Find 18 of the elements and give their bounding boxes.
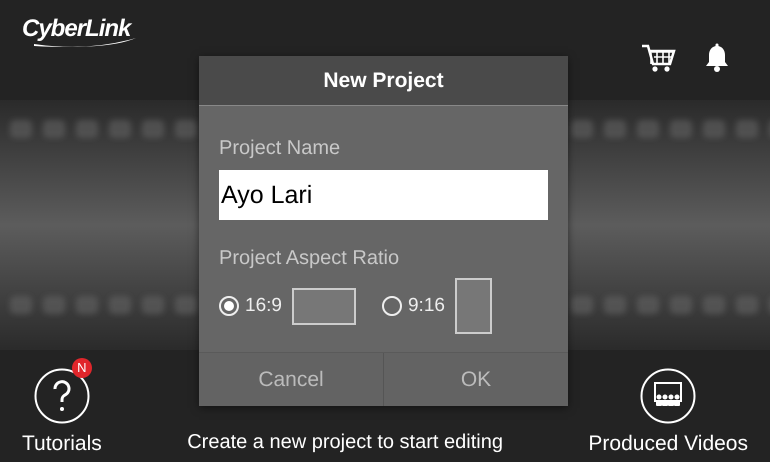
ratio-label: 16:9 (245, 295, 282, 317)
input-field[interactable]: Ayo Lari (219, 170, 548, 220)
hint-text: Create a new project to start editing (187, 431, 503, 455)
radio-button[interactable] (219, 296, 239, 316)
field-label: Project Aspect Ratio (219, 246, 400, 270)
frame-preview (292, 288, 356, 324)
cart-icon[interactable] (640, 42, 676, 74)
notification-badge: N (72, 358, 92, 378)
item-label[interactable]: Produced Videos (588, 432, 748, 456)
ratio-label: 9:16 (408, 295, 445, 317)
field-label: Project Name (219, 136, 342, 160)
radio-button[interactable] (382, 296, 402, 316)
frame-preview (454, 278, 492, 334)
audience-icon[interactable] (640, 368, 696, 424)
item-label[interactable]: Tutorials (22, 432, 102, 456)
dialog-title: New Project (199, 56, 568, 106)
bell-icon[interactable] (704, 43, 730, 73)
logo: CyberLink (22, 16, 140, 50)
